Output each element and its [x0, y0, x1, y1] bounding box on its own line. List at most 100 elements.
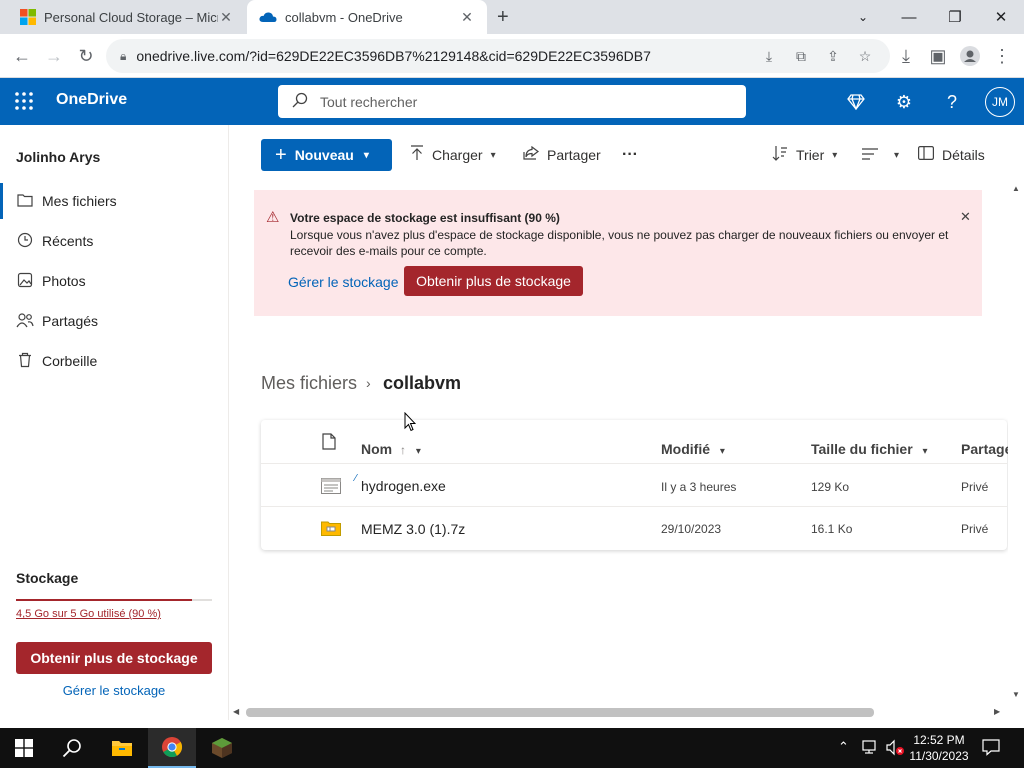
breadcrumb-root[interactable]: Mes fichiers: [261, 373, 357, 394]
new-tab-button[interactable]: +: [497, 6, 509, 29]
minimize-icon[interactable]: —: [886, 0, 932, 34]
sort-button[interactable]: Trier ▾: [772, 139, 837, 171]
share-page-icon[interactable]: ⇪: [820, 39, 846, 73]
details-label: Détails: [942, 147, 985, 163]
storage-progress-fill: [16, 599, 193, 601]
browser-tab-strip: Personal Cloud Storage – Microsoft ✕ col…: [0, 0, 1024, 34]
get-more-storage-button[interactable]: Obtenir plus de stockage: [404, 266, 583, 296]
file-type-header-icon[interactable]: [322, 433, 336, 455]
vertical-scrollbar[interactable]: ▲ ▼: [1008, 182, 1024, 720]
tab-title: collabvm - OneDrive: [285, 9, 403, 25]
upload-button[interactable]: Charger ▾: [410, 139, 496, 171]
manage-storage-link[interactable]: Gérer le stockage: [16, 683, 212, 698]
close-tab-icon[interactable]: ✕: [218, 9, 234, 26]
bookmark-star-icon[interactable]: ☆: [852, 39, 878, 73]
windows-taskbar: ⌃ 12:52 PM 11/30/2023: [0, 728, 1024, 768]
help-icon[interactable]: ?: [940, 90, 964, 114]
network-icon[interactable]: [862, 739, 880, 760]
view-options-button[interactable]: ▾: [862, 139, 899, 171]
storage-usage-link[interactable]: 4,5 Go sur 5 Go utilisé (90 %): [16, 608, 161, 620]
new-button[interactable]: + Nouveau ▾: [261, 139, 392, 171]
clock-icon: [16, 232, 34, 251]
notifications-icon[interactable]: [982, 738, 1000, 761]
close-icon[interactable]: ✕: [960, 209, 971, 225]
app-launcher-icon[interactable]: [14, 91, 34, 116]
avatar[interactable]: JM: [985, 87, 1015, 117]
chrome-taskbar-icon[interactable]: [148, 728, 196, 768]
people-icon: [16, 312, 34, 331]
minecraft-block-icon[interactable]: [198, 728, 246, 768]
app-name[interactable]: OneDrive: [56, 91, 127, 109]
tab-search-icon[interactable]: ⌄: [840, 0, 886, 34]
more-options-button[interactable]: ···: [622, 139, 638, 171]
premium-diamond-icon[interactable]: [844, 90, 868, 114]
nav-item-label: Photos: [42, 273, 86, 289]
system-clock[interactable]: 12:52 PM 11/30/2023: [900, 732, 978, 764]
search-icon: [292, 92, 308, 111]
column-header-size[interactable]: Taille du fichier ▾: [811, 441, 928, 457]
downloads-icon[interactable]: ⤓: [892, 42, 920, 70]
column-header-sharing[interactable]: Partage: [961, 441, 1008, 457]
file-explorer-icon[interactable]: [98, 728, 146, 768]
upload-label: Charger: [432, 147, 483, 163]
restore-icon[interactable]: ❐: [932, 0, 978, 34]
back-icon[interactable]: ←: [8, 42, 36, 70]
url-text[interactable]: onedrive.live.com/?id=629DE22EC3596DB7%2…: [136, 48, 650, 64]
browser-tab-onedrive[interactable]: collabvm - OneDrive ✕: [247, 0, 487, 34]
column-label: Partage: [961, 441, 1008, 457]
breadcrumb-current[interactable]: collabvm: [383, 373, 461, 394]
scrollbar-thumb[interactable]: [246, 708, 874, 717]
profile-icon[interactable]: [956, 42, 984, 70]
scroll-up-icon[interactable]: ▲: [1012, 184, 1020, 193]
search-icon[interactable]: [48, 728, 96, 768]
lock-icon[interactable]: 🔒︎: [120, 49, 126, 64]
side-panel-icon[interactable]: ▣: [924, 42, 952, 70]
column-header-name[interactable]: Nom ↑ ▾: [361, 441, 421, 457]
browser-menu-icon[interactable]: ⋮: [988, 42, 1016, 70]
nav-item-photos[interactable]: Photos: [0, 263, 228, 299]
install-app-icon[interactable]: ⤓: [756, 39, 782, 73]
translate-icon[interactable]: ⧉: [788, 39, 814, 73]
scroll-left-icon[interactable]: ◀: [233, 707, 239, 716]
column-label: Taille du fichier: [811, 441, 913, 457]
get-more-storage-button[interactable]: Obtenir plus de stockage: [16, 642, 212, 674]
scroll-down-icon[interactable]: ▼: [1012, 690, 1020, 699]
column-label: Nom: [361, 441, 393, 457]
warning-icon: ⚠: [266, 209, 280, 226]
chevron-down-icon: ▾: [832, 149, 838, 161]
search-placeholder[interactable]: Tout rechercher: [320, 94, 417, 110]
storage-heading: Stockage: [16, 570, 79, 586]
browser-toolbar: ← → ↻ 🔒︎ onedrive.live.com/?id=629DE22EC…: [0, 34, 1024, 78]
banner-title: Votre espace de stockage est insuffisant…: [290, 211, 560, 225]
file-size: 16.1 Ko: [811, 522, 853, 536]
clock-time: 12:52 PM: [913, 733, 965, 747]
window-close-icon[interactable]: ✕: [978, 0, 1024, 34]
settings-gear-icon[interactable]: ⚙: [892, 90, 916, 114]
windows-start-icon[interactable]: [0, 728, 48, 768]
browser-tab-microsoft[interactable]: Personal Cloud Storage – Microsoft ✕: [8, 0, 246, 34]
close-tab-icon[interactable]: ✕: [459, 9, 475, 26]
column-header-modified[interactable]: Modifié ▾: [661, 441, 725, 457]
search-box[interactable]: Tout rechercher: [278, 85, 746, 118]
nav-item-recycle-bin[interactable]: Corbeille: [0, 343, 228, 379]
exe-file-icon: [321, 478, 341, 499]
chevron-up-icon[interactable]: ⌃: [838, 739, 849, 755]
horizontal-scrollbar[interactable]: ◀ ▶: [229, 704, 1008, 720]
nav-item-shared[interactable]: Partagés: [0, 303, 228, 339]
details-button[interactable]: Détails: [918, 139, 985, 171]
nav-item-my-files[interactable]: Mes fichiers: [0, 183, 228, 219]
file-name[interactable]: MEMZ 3.0 (1).7z: [361, 521, 465, 537]
reload-icon[interactable]: ↻: [72, 42, 100, 70]
image-icon: [16, 272, 34, 291]
archive-file-icon: [321, 520, 341, 541]
forward-icon[interactable]: →: [40, 42, 68, 70]
scroll-right-icon[interactable]: ▶: [994, 707, 1000, 716]
nav-item-recent[interactable]: Récents: [0, 223, 228, 259]
file-name[interactable]: hydrogen.exe: [361, 478, 446, 494]
sort-icon: [772, 145, 788, 165]
share-button[interactable]: Partager: [523, 139, 601, 171]
address-bar[interactable]: 🔒︎ onedrive.live.com/?id=629DE22EC3596DB…: [106, 39, 890, 73]
new-item-sparkle-icon: ⁄: [355, 473, 357, 484]
manage-storage-link[interactable]: Gérer le stockage: [288, 274, 399, 290]
low-storage-banner: ⚠ Votre espace de stockage est insuffisa…: [254, 190, 982, 316]
